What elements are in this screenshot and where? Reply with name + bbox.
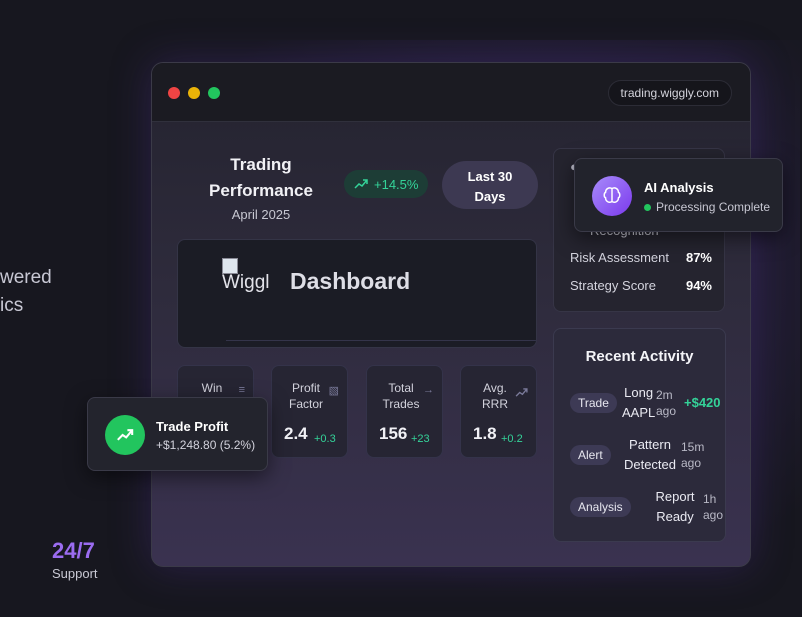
minimize-window-button[interactable]: [188, 87, 200, 99]
metric-change: +0.3: [314, 433, 336, 445]
bar-chart-icon: ≡: [238, 384, 245, 396]
date-range-line-1: Last 30: [467, 169, 513, 184]
metric-label-line: Total: [388, 381, 414, 395]
status-dot: [644, 204, 651, 211]
activity-text-line: Long: [624, 385, 654, 400]
browser-window: trading.wiggly.com Trading Performance A…: [151, 62, 751, 567]
hero-line-1: wered: [0, 267, 52, 288]
activity-time-line: ago: [681, 456, 702, 470]
performance-heading: Trading Performance April 2025: [196, 151, 326, 222]
recent-activity-title: Recent Activity: [585, 348, 694, 365]
ai-row-value: 94%: [685, 278, 712, 293]
arrow-right-icon: →: [423, 384, 434, 396]
activity-item[interactable]: Analysis Report Ready 1h ago: [570, 487, 726, 527]
trending-up-icon: [354, 179, 368, 189]
page-title-line-1: Trading: [230, 155, 292, 174]
risk-assessment-row: Risk Assessment 87%: [570, 250, 712, 265]
activity-time-line: 2m: [656, 388, 673, 402]
hero-text-partial: wered ics: [0, 264, 60, 320]
activity-tag: Trade: [570, 393, 617, 413]
activity-time-line: ago: [703, 508, 724, 522]
trending-up-icon: [105, 415, 145, 455]
activity-text-line: Ready: [656, 509, 694, 524]
window-titlebar: trading.wiggly.com: [152, 63, 750, 122]
activity-item[interactable]: Alert Pattern Detected 15m ago: [570, 435, 726, 475]
page-title-line-2: Performance: [209, 181, 313, 200]
activity-item[interactable]: Trade Long AAPL 2m ago +$420: [570, 383, 726, 423]
metric-value: 156: [379, 424, 408, 443]
performance-date: April 2025: [231, 207, 291, 222]
activity-time-line: 15m: [681, 440, 705, 454]
trending-up-icon: [515, 388, 528, 397]
activity-text: Report Ready: [652, 487, 698, 527]
metric-card-profit-factor: Profit Factor ▧ 2.4 +0.3: [271, 365, 348, 458]
metric-label-line: Trades: [382, 397, 420, 411]
metric-label-line: Profit: [291, 381, 320, 395]
activity-tag: Analysis: [570, 497, 631, 517]
bar-chart-icon: ▧: [328, 385, 339, 397]
activity-text-line: Report: [655, 489, 695, 504]
metric-change: +0.2: [501, 433, 523, 445]
metric-change: +23: [411, 433, 430, 445]
activity-tag: Alert: [570, 445, 611, 465]
metric-label: Profit Factor: [280, 380, 332, 412]
ai-row-label: Strategy Score: [570, 278, 656, 293]
metric-label-line: Avg.: [483, 381, 507, 395]
logo-image: Wiggl: [222, 258, 274, 300]
metric-label: Avg. RRR: [469, 380, 521, 412]
activity-text-line: Pattern: [629, 437, 671, 452]
activity-amount: +$420: [684, 395, 721, 410]
metric-label-line: Win: [201, 381, 223, 395]
date-range-button[interactable]: Last 30 Days: [442, 161, 538, 209]
ai-analysis-status-text: Processing Complete: [656, 200, 771, 214]
metric-card-avg-rrr: Avg. RRR 1.8 +0.2: [460, 365, 537, 458]
performance-change-value: +14.5%: [374, 176, 419, 192]
metric-label: Total Trades: [375, 380, 427, 412]
metric-label-line: RRR: [482, 397, 508, 411]
metric-value: 1.8: [473, 424, 497, 443]
support-value: 24/7: [52, 538, 95, 563]
metric-card-total-trades: Total Trades → 156 +23: [366, 365, 443, 458]
trade-profit-detail: +$1,248.80 (5.2%): [156, 438, 256, 452]
trade-profit-title: Trade Profit: [156, 419, 229, 434]
activity-time-line: 1h: [703, 492, 717, 506]
support-stat: 24/7 Support: [52, 538, 98, 581]
ai-row-label: Risk Assessment: [570, 250, 669, 265]
dashboard-preview: Wiggl Dashboard: [177, 239, 537, 348]
close-window-button[interactable]: [168, 87, 180, 99]
date-range-line-2: Days: [474, 189, 506, 204]
activity-time: 2m ago: [656, 387, 676, 419]
activity-text-line: Detected: [623, 457, 677, 472]
strategy-score-row: Strategy Score 94%: [570, 278, 712, 293]
ai-row-value: 87%: [685, 250, 712, 265]
ai-analysis-title: AI Analysis: [644, 180, 714, 195]
hero-line-2: ics: [0, 295, 24, 316]
activity-time: 15m ago: [681, 439, 704, 471]
support-label: Support: [52, 566, 98, 581]
ai-analysis-toast[interactable]: AI Analysis Processing Complete: [574, 158, 783, 232]
activity-text-line: AAPL: [622, 405, 656, 420]
trade-profit-toast[interactable]: Trade Profit +$1,248.80 (5.2%): [87, 397, 268, 471]
maximize-window-button[interactable]: [208, 87, 220, 99]
divider: [226, 340, 536, 341]
recent-activity-card: Recent Activity Trade Long AAPL 2m ago +…: [553, 328, 726, 542]
activity-text: Long AAPL: [622, 383, 655, 423]
url-bar[interactable]: trading.wiggly.com: [607, 80, 732, 106]
metric-label-line: Factor: [288, 397, 323, 411]
ai-analysis-status: Processing Complete: [644, 200, 770, 214]
brain-icon: [592, 176, 632, 216]
activity-time: 1h ago: [703, 491, 723, 523]
activity-text: Pattern Detected: [618, 435, 682, 475]
activity-time-line: ago: [656, 404, 677, 418]
metric-value: 2.4: [284, 424, 308, 443]
logo-alt-text: Wiggl: [222, 272, 270, 293]
metric-label: Win: [186, 380, 238, 396]
dashboard-title: Dashboard: [290, 268, 411, 294]
performance-change-badge: +14.5%: [344, 170, 429, 198]
